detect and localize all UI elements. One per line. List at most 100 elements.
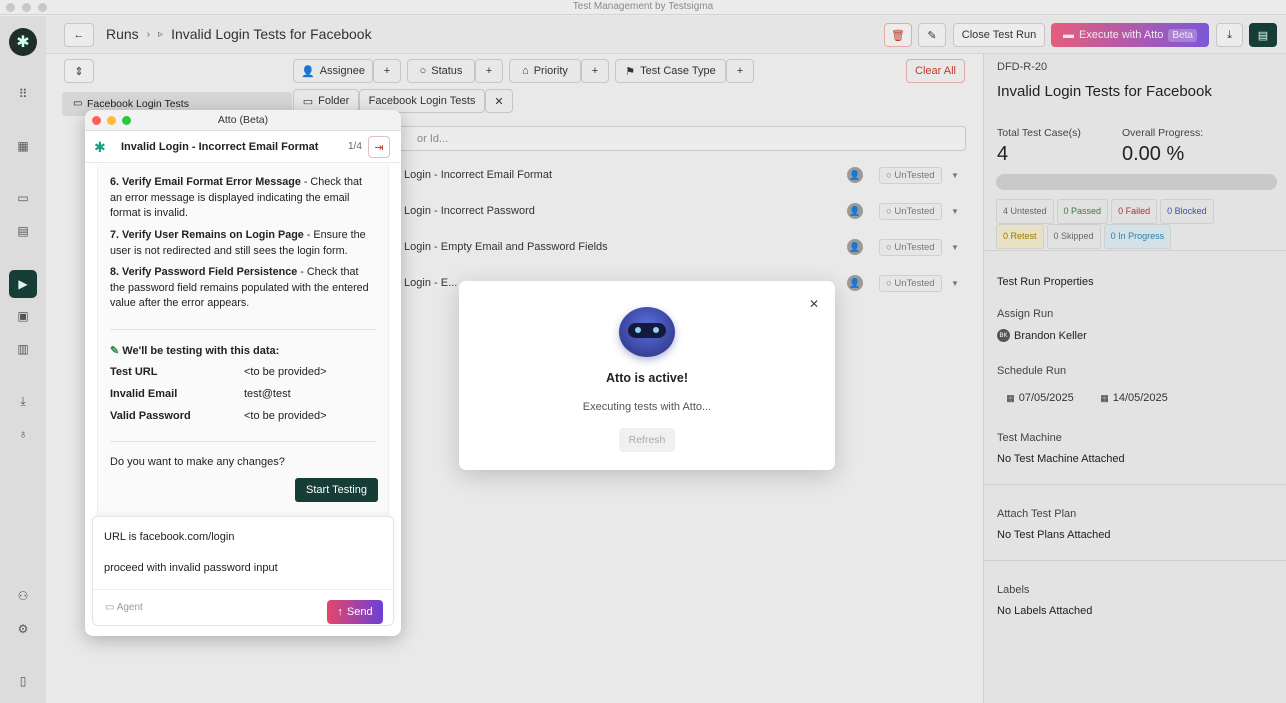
breadcrumb-runs[interactable]: Runs [106,26,139,42]
end-date: 14/05/2025 [1112,392,1168,404]
run-id: DFD-R-20 [997,61,1048,73]
atto-header: ✱ Invalid Login - Incorrect Email Format… [85,131,401,163]
start-date: 07/05/2025 [1018,392,1074,404]
execute-with-atto-button[interactable]: ▬ Execute with Atto Beta [1051,23,1209,47]
start-testing-button[interactable]: Start Testing [295,478,378,502]
window-controls[interactable] [6,3,47,12]
bulb-icon[interactable]: ♁ [11,422,35,446]
add-priority-button[interactable]: + [581,59,609,83]
download-button[interactable]: ⤓ [1216,23,1243,47]
remove-folder-button[interactable]: ✕ [485,89,513,113]
settings-gear-icon[interactable]: ⚙ [11,617,35,641]
chevron-down-icon[interactable]: ▼ [951,171,959,180]
docs-icon[interactable]: ▯ [11,669,35,693]
status-badge[interactable]: ○ UnTested [879,274,942,292]
count-retest[interactable]: 0 Retest [996,224,1044,249]
test-plan-label: Attach Test Plan [997,508,1077,520]
document-icon[interactable]: ▤ [11,219,35,243]
row-name[interactable]: lid Login - Incorrect Email Format [390,169,552,181]
start-date-field[interactable]: ▦ 07/05/2025 [997,386,1083,410]
status-text: UnTested [894,277,935,289]
count-in-progress[interactable]: 0 In Progress [1103,224,1172,249]
collapse-tree-button[interactable]: ⇕ [64,59,94,83]
clear-all-button[interactable]: Clear All [906,59,965,83]
maximize-dot-icon[interactable] [122,116,131,125]
back-button[interactable]: ← [64,23,94,47]
data-key: Invalid Email [110,388,178,400]
chevron-down-icon[interactable]: ▼ [951,207,959,216]
close-icon[interactable]: ✕ [809,297,819,311]
exit-button[interactable]: ⇥ [368,136,390,158]
test-plan-value[interactable]: No Test Plans Attached [997,529,1111,541]
table-row[interactable]: lid Login - Incorrect Email Format 👤 ○ U… [390,160,970,190]
assignee-field[interactable]: BK Brandon Keller [997,329,1087,342]
plus-icon: + [736,65,744,77]
table-row[interactable]: lid Login - Empty Email and Password Fie… [390,232,970,262]
table-row[interactable]: lid Login - Incorrect Password 👤 ○ UnTes… [390,196,970,226]
filter-priority[interactable]: ⌂ Priority [509,59,581,83]
download-icon[interactable]: ⤓ [11,389,35,413]
search-input[interactable]: or Id... [398,126,966,151]
atto-titlebar: Atto (Beta) [85,110,401,131]
count-failed[interactable]: 0 Failed [1111,199,1158,224]
left-rail: ✱ ⠿ ▦ ▭ ▤ ▶ ▣ ▥ ⤓ ♁ ⚇ ⚙ ▯ [0,16,46,703]
atto-window-controls[interactable] [92,116,131,125]
assignee-avatar-icon[interactable]: 👤 [847,203,863,219]
panel-toggle-button[interactable]: ▤ [1249,23,1277,47]
assignee-avatar-icon[interactable]: 👤 [847,167,863,183]
data-heading: ✎ We'll be testing with this data: [110,344,279,357]
add-status-button[interactable]: + [475,59,503,83]
filter-assignee[interactable]: 👤 Assignee [293,59,373,83]
chevron-down-icon[interactable]: ▼ [951,279,959,288]
status-badge[interactable]: ○ UnTested [879,166,942,184]
filter-status[interactable]: ○ Status [407,59,475,83]
count-passed[interactable]: 0 Passed [1056,199,1109,224]
delete-button[interactable]: 🗑 [884,23,912,47]
step-7: 7. Verify User Remains on Login Page - E… [110,228,372,259]
row-name[interactable]: lid Login - Incorrect Password [390,205,535,217]
chevron-down-icon[interactable]: ▼ [951,243,959,252]
row-name[interactable]: lid Login - Empty Email and Password Fie… [390,241,608,253]
status-badge[interactable]: ○ UnTested [879,202,942,220]
send-button[interactable]: ↑ Send [327,600,383,624]
count-untested[interactable]: 4 Untested [996,199,1054,224]
end-date-field[interactable]: ▦ 14/05/2025 [1091,386,1177,410]
runs-play-icon[interactable]: ▶ [9,270,37,298]
total-label: Total Test Case(s) [997,127,1081,139]
input-line-1: URL is facebook.com/login [104,531,235,543]
assign-run-label: Assign Run [997,308,1054,320]
atto-robot-icon [619,307,675,357]
test-machine-value[interactable]: No Test Machine Attached [997,453,1125,465]
dashboard-icon[interactable]: ▦ [11,134,35,158]
clipboard-icon[interactable]: ▣ [11,304,35,328]
folder-icon[interactable]: ▭ [11,186,35,210]
calendar-icon: ▦ [1006,392,1015,403]
count-blocked[interactable]: 0 Blocked [1160,199,1214,224]
folder-icon: ▭ [302,95,314,108]
run-title: Invalid Login Tests for Facebook [997,83,1212,100]
add-type-button[interactable]: + [726,59,754,83]
status-text: UnTested [894,169,935,181]
pencil-green-icon: ✎ [110,345,120,357]
testsigma-logo-icon[interactable]: ✱ [9,28,37,56]
edit-button[interactable]: ✎ [918,23,946,47]
refresh-button[interactable]: Refresh [619,428,675,452]
apps-grid-icon[interactable]: ⠿ [11,82,35,106]
labels-value[interactable]: No Labels Attached [997,605,1092,617]
agent-selector[interactable]: ▭ Agent [105,602,143,613]
breadcrumb: Runs › ▹ Invalid Login Tests for Faceboo… [106,26,372,42]
atto-active-modal: ✕ Atto is active! Executing tests with A… [459,281,835,470]
minimize-dot-icon[interactable] [107,116,116,125]
close-test-run-button[interactable]: Close Test Run [953,23,1045,47]
close-dot-icon[interactable] [92,116,101,125]
message-input[interactable]: URL is facebook.com/login proceed with i… [92,516,394,626]
count-skipped[interactable]: 0 Skipped [1046,224,1101,249]
add-user-icon[interactable]: ⚇ [11,584,35,608]
assignee-avatar-icon[interactable]: 👤 [847,275,863,291]
assignee-avatar-icon[interactable]: 👤 [847,239,863,255]
priority-icon: ⌂ [522,65,529,77]
report-icon[interactable]: ▥ [11,337,35,361]
filter-test-case-type[interactable]: ⚑ Test Case Type [615,59,726,83]
status-badge[interactable]: ○ UnTested [879,238,942,256]
add-assignee-button[interactable]: + [373,59,401,83]
